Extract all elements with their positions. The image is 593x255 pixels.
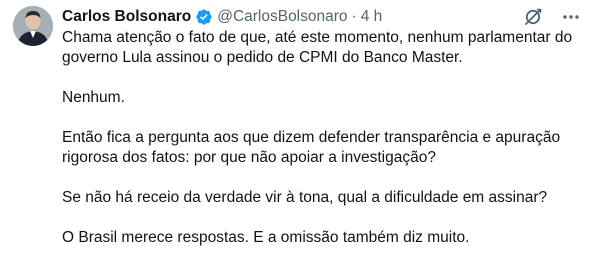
avatar[interactable] (13, 6, 53, 46)
avatar-photo (13, 6, 53, 46)
timestamp[interactable]: 4 h (361, 7, 383, 27)
tweet-header: Carlos Bolsonaro @CarlosBolsonaro · 4 h (62, 6, 579, 28)
verified-badge-icon (195, 8, 213, 26)
tweet-paragraph: Então fica a pergunta aos que dizem defe… (62, 129, 561, 166)
tweet[interactable]: Carlos Bolsonaro @CarlosBolsonaro · 4 h (0, 0, 593, 255)
separator-dot: · (351, 8, 357, 25)
tweet-paragraph: O Brasil merece respostas. E a omissão t… (62, 229, 470, 246)
more-options-icon[interactable] (561, 7, 581, 27)
tweet-actions (505, 7, 581, 27)
grok-icon[interactable] (523, 7, 543, 27)
author-name[interactable]: Carlos Bolsonaro (62, 7, 191, 27)
tweet-text: Chama atenção o fato de que, até este mo… (62, 28, 582, 248)
tweet-paragraph: Chama atenção o fato de que, até este mo… (62, 29, 573, 66)
tweet-paragraph: Nenhum. (62, 89, 125, 106)
author-handle[interactable]: @CarlosBolsonaro (217, 7, 347, 27)
tweet-paragraph: Se não há receio da verdade vir à tona, … (62, 189, 548, 206)
